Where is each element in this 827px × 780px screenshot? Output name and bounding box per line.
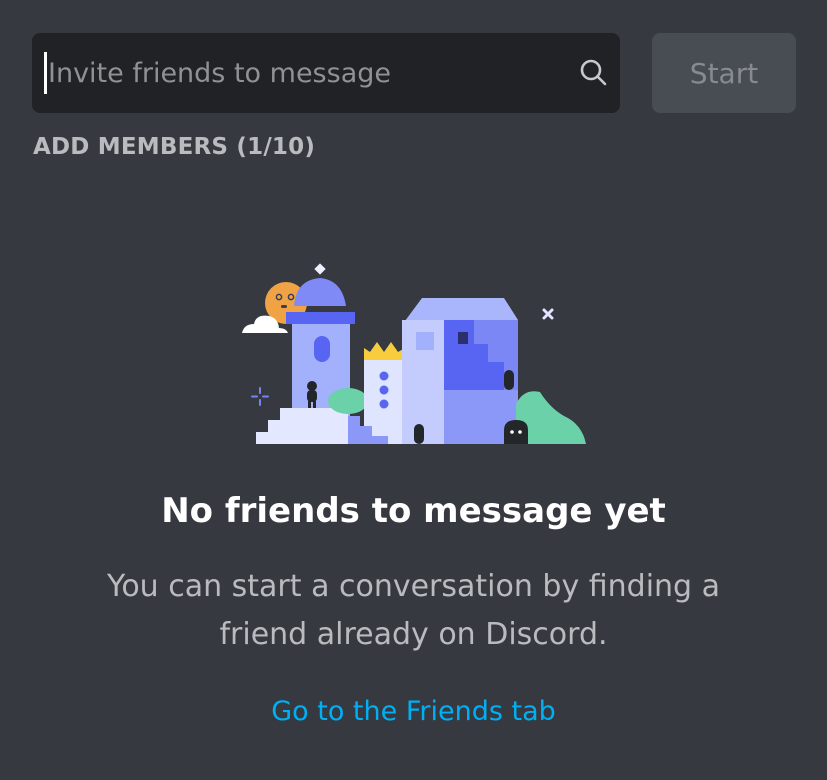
empty-state-description: You can start a conversation by finding … [106, 569, 721, 652]
star-icon [542, 308, 554, 320]
search-input[interactable] [48, 38, 568, 108]
new-group-dm-panel: Start ADD MEMBERS (1/10) [0, 0, 827, 780]
empty-friends-illustration [242, 263, 586, 444]
go-to-friends-link[interactable]: Go to the Friends tab [0, 696, 827, 727]
add-members-header: ADD MEMBERS (1/10) [33, 134, 316, 160]
empty-state-title: No friends to message yet [161, 491, 666, 531]
sparkle-icon [251, 387, 269, 406]
start-button[interactable]: Start [652, 33, 796, 113]
search-icon[interactable] [576, 56, 610, 90]
text-caret [44, 52, 47, 94]
